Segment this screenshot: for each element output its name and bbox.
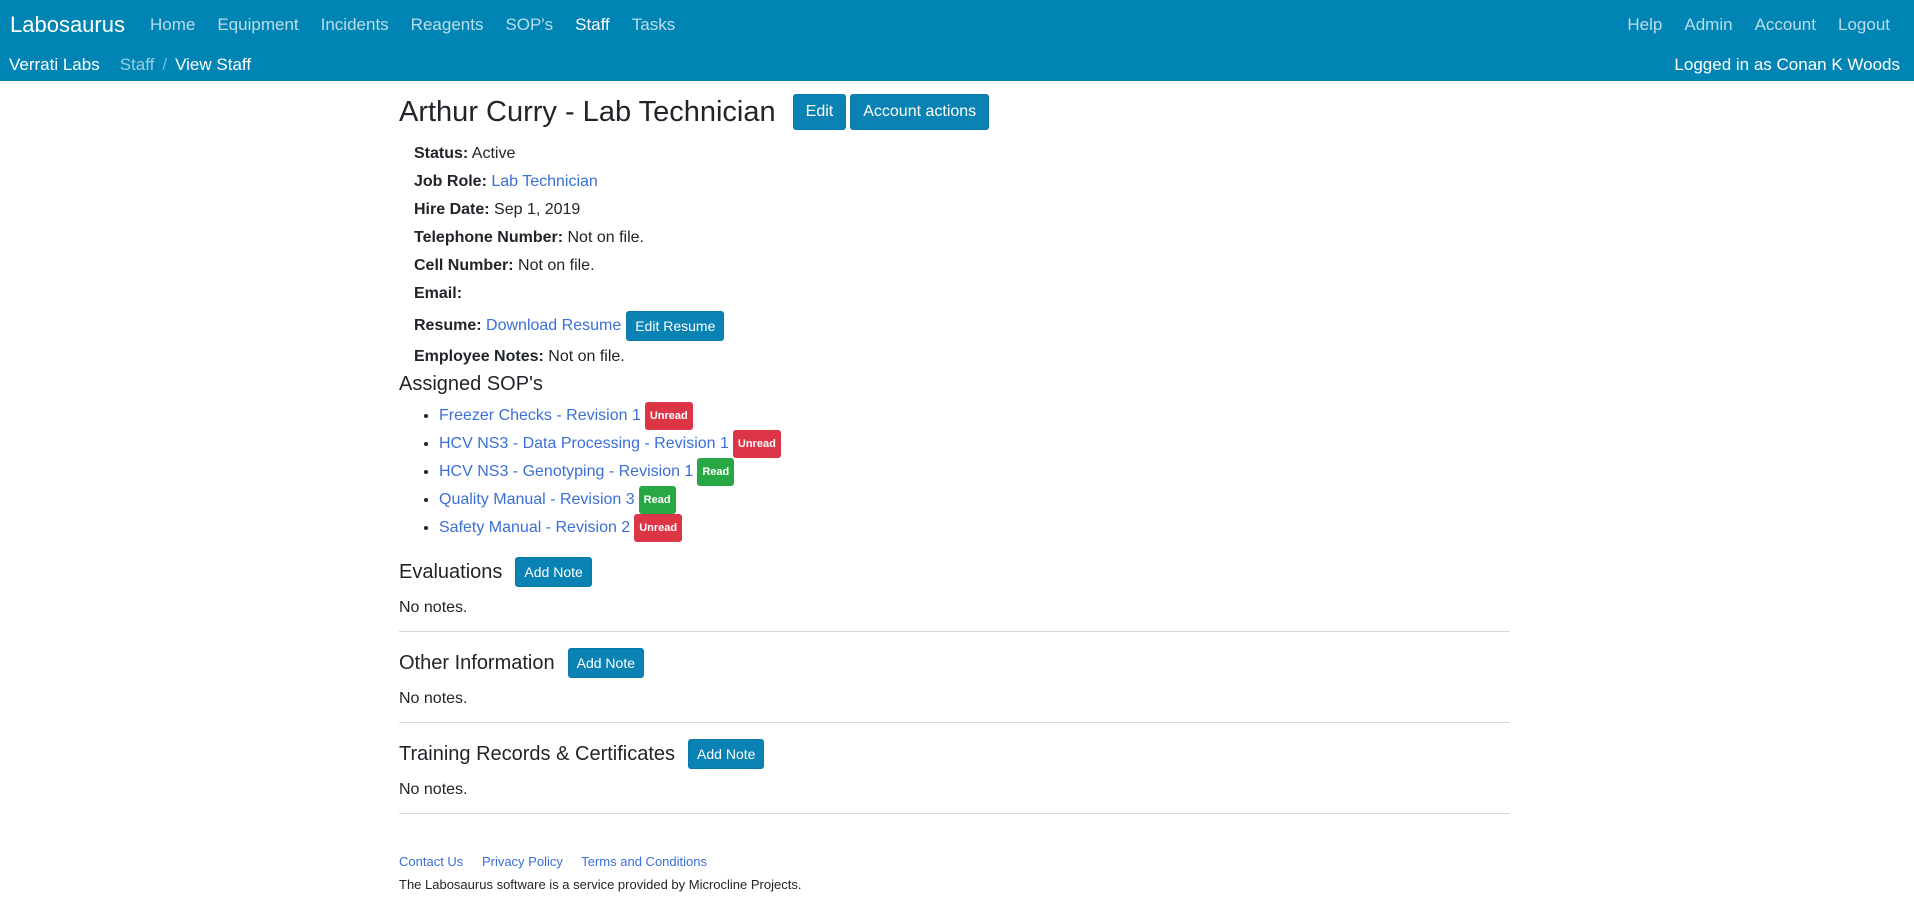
telephone-label: Telephone Number:	[414, 229, 564, 246]
nav-help[interactable]: Help	[1627, 15, 1662, 35]
add-training-note-button[interactable]: Add Note	[688, 739, 765, 769]
training-records-header: Training Records & Certificates Add Note	[399, 739, 1510, 769]
evaluations-header: Evaluations Add Note	[399, 557, 1510, 587]
page-header: Arthur Curry - Lab Technician Edit Accou…	[399, 94, 1510, 130]
sop-link[interactable]: Safety Manual - Revision 2	[439, 519, 630, 536]
hire-date-row: Hire Date: Sep 1, 2019	[414, 196, 1510, 224]
job-role-link[interactable]: Lab Technician	[491, 173, 597, 190]
breadcrumb-current: View Staff	[175, 55, 252, 74]
nav-right-group: Help Admin Account Logout	[1616, 15, 1901, 35]
nav-incidents[interactable]: Incidents	[321, 15, 389, 35]
contact-us-link[interactable]: Contact Us	[399, 854, 463, 869]
list-item: HCV NS3 - Genotyping - Revision 1Read	[439, 458, 1510, 486]
other-information-heading: Other Information	[399, 651, 555, 674]
other-information-section: Other Information Add Note No notes.	[399, 648, 1510, 723]
sop-link[interactable]: HCV NS3 - Genotyping - Revision 1	[439, 463, 693, 480]
list-item: Safety Manual - Revision 2Unread	[439, 514, 1510, 542]
nav-logout[interactable]: Logout	[1838, 15, 1890, 35]
cell-value: Not on file.	[518, 257, 595, 274]
sop-list: Freezer Checks - Revision 1Unread HCV NS…	[399, 402, 1510, 542]
evaluations-section: Evaluations Add Note No notes.	[399, 557, 1510, 632]
status-value: Active	[471, 145, 516, 162]
other-information-notes: No notes.	[399, 690, 468, 707]
breadcrumb: Verrati Labs Staff / View Staff Logged i…	[0, 49, 1914, 81]
evaluations-notes: No notes.	[399, 599, 468, 616]
account-actions-button[interactable]: Account actions	[850, 94, 990, 130]
nav-sops[interactable]: SOP's	[505, 15, 553, 35]
status-badge: Unread	[644, 402, 693, 430]
list-item: Quality Manual - Revision 3Read	[439, 486, 1510, 514]
nav-tasks[interactable]: Tasks	[632, 15, 675, 35]
add-evaluation-note-button[interactable]: Add Note	[515, 557, 592, 587]
job-role-row: Job Role: Lab Technician	[414, 168, 1510, 196]
email-row: Email:	[414, 280, 1510, 308]
main-content: Arthur Curry - Lab Technician Edit Accou…	[399, 81, 1510, 892]
sop-link[interactable]: HCV NS3 - Data Processing - Revision 1	[439, 435, 729, 452]
employee-notes-row: Employee Notes: Not on file.	[414, 343, 1510, 371]
privacy-policy-link[interactable]: Privacy Policy	[482, 854, 563, 869]
add-other-note-button[interactable]: Add Note	[567, 648, 644, 678]
email-label: Email:	[414, 285, 463, 302]
sop-link[interactable]: Freezer Checks - Revision 1	[439, 407, 641, 424]
status-badge: Unread	[634, 514, 683, 542]
hire-date-label: Hire Date:	[414, 201, 490, 218]
status-row: Status: Active	[414, 140, 1510, 168]
status-badge: Unread	[732, 430, 781, 458]
nav-equipment[interactable]: Equipment	[217, 15, 298, 35]
employee-notes-label: Employee Notes:	[414, 348, 544, 365]
footer-text: The Labosaurus software is a service pro…	[399, 877, 802, 892]
cell-row: Cell Number: Not on file.	[414, 252, 1510, 280]
list-item: HCV NS3 - Data Processing - Revision 1Un…	[439, 430, 1510, 458]
telephone-row: Telephone Number: Not on file.	[414, 224, 1510, 252]
nav-staff[interactable]: Staff	[575, 15, 610, 35]
sop-link[interactable]: Quality Manual - Revision 3	[439, 491, 635, 508]
edit-button[interactable]: Edit	[792, 94, 847, 130]
other-information-header: Other Information Add Note	[399, 648, 1510, 678]
telephone-value: Not on file.	[567, 229, 644, 246]
page-title: Arthur Curry - Lab Technician	[399, 95, 776, 128]
training-records-section: Training Records & Certificates Add Note…	[399, 739, 1510, 814]
hire-date-value: Sep 1, 2019	[494, 201, 581, 218]
evaluations-heading: Evaluations	[399, 560, 503, 583]
list-item: Freezer Checks - Revision 1Unread	[439, 402, 1510, 430]
resume-row: Resume: Download Resume Edit Resume	[414, 308, 1510, 343]
cell-label: Cell Number:	[414, 257, 514, 274]
job-role-label: Job Role:	[414, 173, 487, 190]
nav-account[interactable]: Account	[1755, 15, 1816, 35]
brand-logo-link[interactable]: Labosaurus	[10, 12, 125, 38]
nav-home[interactable]: Home	[150, 15, 195, 35]
resume-label: Resume:	[414, 316, 482, 334]
breadcrumb-separator: /	[162, 55, 168, 74]
status-label: Status:	[414, 145, 469, 162]
training-records-notes: No notes.	[399, 781, 468, 798]
breadcrumb-org[interactable]: Verrati Labs	[9, 55, 100, 75]
nav-reagents[interactable]: Reagents	[411, 15, 484, 35]
breadcrumb-staff[interactable]: Staff	[120, 55, 155, 75]
status-badge: Read	[697, 458, 735, 486]
main-nav: Labosaurus Home Equipment Incidents Reag…	[0, 0, 1914, 49]
top-navbar: Labosaurus Home Equipment Incidents Reag…	[0, 0, 1914, 81]
footer-links: Contact Us Privacy Policy Terms and Cond…	[399, 854, 1510, 869]
training-records-heading: Training Records & Certificates	[399, 742, 676, 765]
status-badge: Read	[638, 486, 676, 514]
staff-details: Status: Active Job Role: Lab Technician …	[414, 140, 1510, 371]
employee-notes-value: Not on file.	[548, 348, 625, 365]
nav-admin[interactable]: Admin	[1684, 15, 1732, 35]
logged-in-text: Logged in as Conan K Woods	[1674, 55, 1900, 74]
assigned-sops-heading: Assigned SOP's	[399, 373, 543, 395]
edit-resume-button[interactable]: Edit Resume	[626, 310, 725, 341]
terms-link[interactable]: Terms and Conditions	[581, 854, 707, 869]
download-resume-link[interactable]: Download Resume	[486, 312, 621, 340]
footer: Contact Us Privacy Policy Terms and Cond…	[399, 854, 1510, 892]
